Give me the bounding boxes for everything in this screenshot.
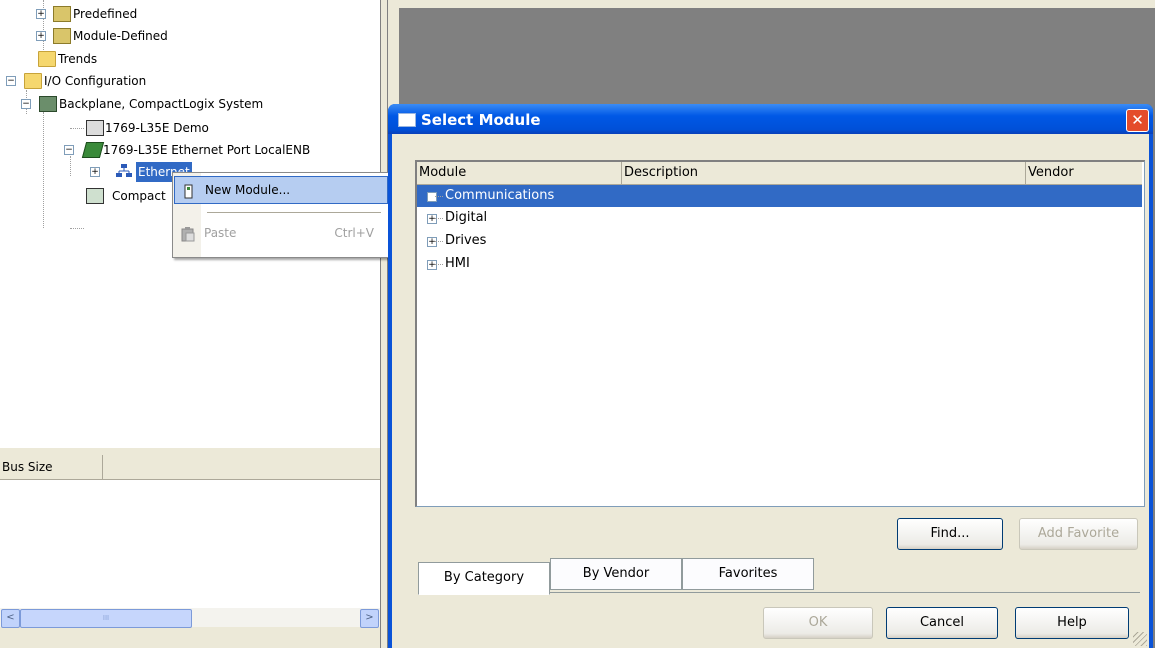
folder-icon	[38, 51, 56, 67]
tree-item-label: Module-Defined	[73, 29, 168, 43]
tree-item-io-configuration[interactable]: − I/O Configuration	[0, 71, 380, 91]
tree-item-trends[interactable]: Trends	[0, 49, 380, 69]
tree-item-label: I/O Configuration	[44, 74, 147, 88]
io-bus-icon	[86, 188, 104, 204]
tree-item-backplane[interactable]: − Backplane, CompactLogix System	[0, 94, 380, 114]
resize-grip-icon[interactable]	[1133, 632, 1147, 646]
module-list-header: Module Description Vendor	[417, 162, 1142, 185]
expand-icon[interactable]: +	[90, 167, 100, 177]
expand-icon[interactable]: +	[427, 214, 437, 224]
category-row-digital[interactable]: + Digital	[417, 207, 1142, 229]
menu-item-label: New Module...	[205, 183, 291, 197]
category-row-drives[interactable]: + Drives	[417, 230, 1142, 252]
tree-line	[435, 218, 443, 219]
category-label: Drives	[445, 233, 487, 248]
category-label: HMI	[445, 256, 470, 271]
tree-line	[70, 228, 84, 229]
tree-line	[435, 196, 443, 197]
tree-item-ethernet-port[interactable]: − 1769-L35E Ethernet Port LocalENB	[0, 140, 380, 160]
category-row-hmi[interactable]: + HMI	[417, 253, 1142, 275]
dialog-title-bar[interactable]: Select Module ✕	[388, 104, 1153, 134]
cancel-button[interactable]: Cancel	[886, 607, 998, 639]
collapse-icon[interactable]: −	[64, 145, 74, 155]
menu-separator	[207, 212, 381, 213]
paste-icon	[181, 225, 195, 242]
tree-item-predefined[interactable]: + Predefined	[0, 4, 380, 24]
expand-icon[interactable]: +	[427, 260, 437, 270]
tab-by-category[interactable]: By Category	[418, 562, 550, 595]
data-type-folder-icon	[53, 6, 71, 22]
column-description[interactable]: Description	[622, 162, 1026, 184]
module-list[interactable]: Module Description Vendor + Communicatio…	[415, 160, 1145, 507]
scroll-thumb[interactable]: III	[20, 609, 192, 628]
scroll-left-icon[interactable]: <	[1, 609, 20, 628]
properties-panel	[0, 480, 380, 608]
window-icon	[398, 113, 416, 127]
category-label: Digital	[445, 210, 488, 225]
controller-icon	[86, 120, 104, 136]
ok-button[interactable]: OK	[763, 607, 873, 639]
find-button[interactable]: Find...	[897, 518, 1003, 550]
column-module[interactable]: Module	[417, 162, 622, 184]
dialog-client-area: Module Description Vendor + Communicatio…	[392, 134, 1149, 648]
tree-item-label: Predefined	[73, 7, 138, 21]
new-module-icon	[182, 182, 196, 199]
tab-by-vendor[interactable]: By Vendor	[550, 558, 682, 590]
help-button[interactable]: Help	[1015, 607, 1129, 639]
tab-favorites[interactable]: Favorites	[682, 558, 814, 590]
tree-item-label: 1769-L35E Ethernet Port LocalENB	[103, 143, 311, 157]
context-menu: New Module... Paste Ctrl+V	[172, 172, 390, 258]
tree-item-label: Backplane, CompactLogix System	[59, 97, 264, 111]
horizontal-scrollbar[interactable]: < III >	[0, 608, 380, 628]
tree-item-label: 1769-L35E Demo	[105, 121, 209, 135]
data-type-folder-icon	[53, 28, 71, 44]
tree-item-label: Compact	[112, 189, 166, 203]
column-vendor[interactable]: Vendor	[1026, 162, 1140, 184]
open-folder-icon	[24, 73, 42, 89]
tree-item-controller[interactable]: 1769-L35E Demo	[0, 118, 380, 138]
collapse-icon[interactable]: −	[6, 76, 16, 86]
bus-size-column[interactable]: Bus Size	[0, 455, 103, 479]
network-icon	[116, 164, 132, 178]
properties-header: Bus Size	[0, 455, 380, 480]
dialog-title: Select Module	[421, 111, 541, 129]
menu-item-label: Paste	[204, 226, 237, 240]
category-row-communications[interactable]: + Communications	[417, 185, 1142, 207]
expand-icon[interactable]: +	[427, 192, 437, 202]
tree-line	[435, 264, 443, 265]
collapse-icon[interactable]: −	[21, 99, 31, 109]
category-label: Communications	[445, 188, 555, 203]
scroll-right-icon[interactable]: >	[360, 609, 379, 628]
tree-item-module-defined[interactable]: + Module-Defined	[0, 26, 380, 46]
menu-item-shortcut: Ctrl+V	[334, 226, 374, 240]
expand-icon[interactable]: +	[427, 237, 437, 247]
expand-icon[interactable]: +	[36, 31, 46, 41]
close-icon[interactable]: ✕	[1126, 109, 1149, 132]
menu-item-new-module[interactable]: New Module...	[174, 176, 388, 204]
tree-item-label: Trends	[58, 52, 98, 66]
expand-icon[interactable]: +	[36, 9, 46, 19]
backplane-icon	[39, 96, 57, 112]
menu-item-paste[interactable]: Paste Ctrl+V	[174, 220, 386, 246]
pane-splitter[interactable]	[380, 0, 388, 648]
add-favorite-button[interactable]: Add Favorite	[1019, 518, 1138, 550]
tree-line	[435, 241, 443, 242]
select-module-dialog: Select Module ✕ Module Description Vendo…	[388, 104, 1153, 648]
